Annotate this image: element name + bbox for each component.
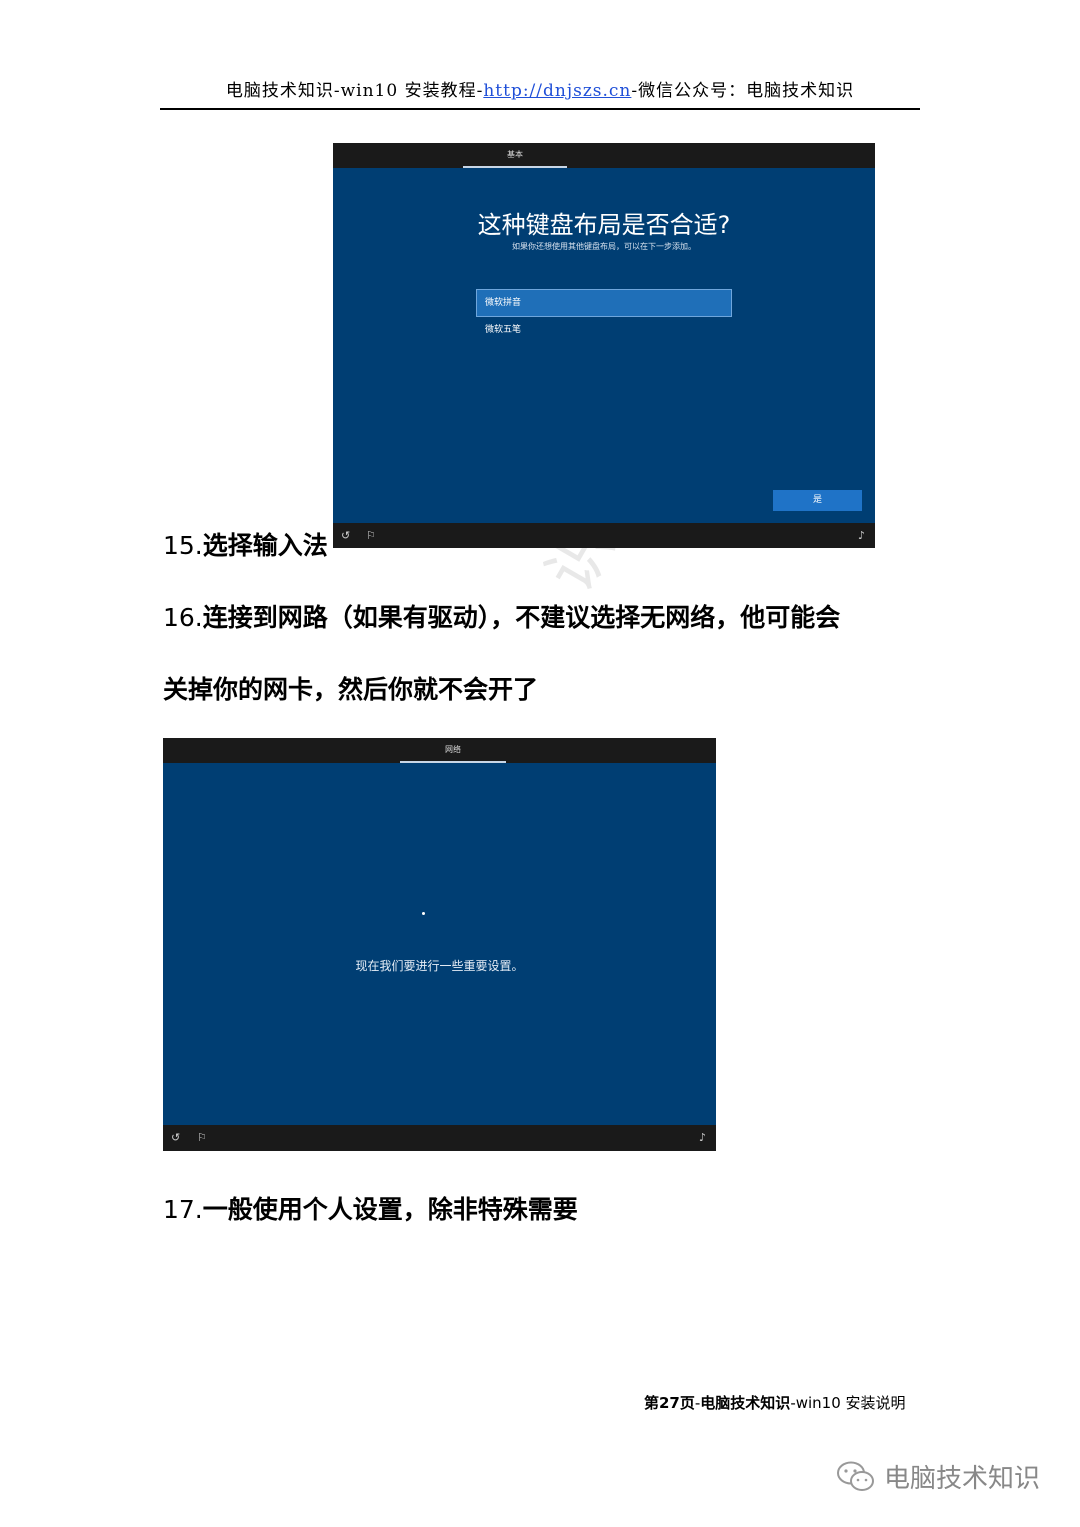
microphone-icon[interactable]: ⚐ bbox=[366, 529, 376, 542]
step-text: 一般使用个人设置，除非特殊需要 bbox=[202, 1195, 578, 1224]
ease-of-access-icon[interactable]: ↺ bbox=[171, 1131, 180, 1144]
option-microsoft-wubi[interactable]: 微软五笔 bbox=[477, 317, 731, 343]
step-16: 16.连接到网路（如果有驱动），不建议选择无网络，他可能会 bbox=[163, 598, 840, 634]
setup-message: 现在我们要进行一些重要设置。 bbox=[355, 959, 524, 973]
step-text: 选择输入法 bbox=[202, 531, 328, 560]
tab-basic: 基本 bbox=[507, 150, 523, 159]
step-number: 16. bbox=[163, 603, 203, 632]
setup-bottom-bar: ↺ ⚐ ♪ bbox=[333, 523, 875, 548]
volume-icon[interactable]: ♪ bbox=[858, 529, 865, 542]
step-16-continued: 关掉你的网卡，然后你就不会开了 bbox=[163, 670, 538, 706]
step-text: 关掉你的网卡，然后你就不会开了 bbox=[163, 675, 539, 704]
yes-button[interactable]: 是 bbox=[773, 490, 862, 511]
page-footer: 第27页-电脑技术知识-win10 安装说明 bbox=[644, 1392, 906, 1413]
wechat-icon bbox=[837, 1461, 874, 1491]
setup-bottom-bar: ↺ ⚐ ♪ bbox=[163, 1125, 716, 1151]
wechat-account-name: 电脑技术知识 bbox=[884, 1464, 1041, 1494]
tab-underline bbox=[463, 166, 567, 168]
step-number: 17. bbox=[163, 1195, 203, 1224]
loading-spinner bbox=[422, 912, 425, 915]
setup-top-bar: 网络 bbox=[163, 738, 716, 763]
option-microsoft-pinyin[interactable]: 微软拼音 bbox=[476, 289, 732, 317]
footer-title: win10 安装说明 bbox=[795, 1394, 906, 1412]
keyboard-question-title: 这种键盘布局是否合适? bbox=[477, 211, 731, 239]
page-header: 电脑技术知识-win10 安装教程-http://dnjszs.cn-微信公众号… bbox=[160, 74, 920, 110]
volume-icon[interactable]: ♪ bbox=[699, 1131, 706, 1144]
keyboard-question-subtitle: 如果你还想使用其他键盘布局，可以在下一步添加。 bbox=[512, 242, 696, 251]
tab-underline bbox=[400, 761, 506, 763]
step-text: 连接到网路（如果有驱动），不建议选择无网络，他可能会 bbox=[202, 603, 841, 632]
setup-top-bar: 基本 bbox=[333, 143, 875, 168]
step-number: 15. bbox=[163, 531, 203, 560]
step-15: 15.选择输入法 bbox=[163, 526, 328, 562]
ease-of-access-icon[interactable]: ↺ bbox=[341, 529, 350, 542]
step-17: 17.一般使用个人设置，除非特殊需要 bbox=[163, 1190, 578, 1226]
microphone-icon[interactable]: ⚐ bbox=[197, 1131, 207, 1144]
network-setup-screenshot: 网络 现在我们要进行一些重要设置。 ↺ ⚐ ♪ bbox=[163, 738, 716, 1151]
keyboard-layout-screenshot: 基本 这种键盘布局是否合适? 如果你还想使用其他键盘布局，可以在下一步添加。 微… bbox=[333, 143, 875, 548]
wechat-badge: 电脑技术知识 bbox=[836, 1458, 1040, 1495]
tab-network: 网络 bbox=[445, 745, 461, 754]
header-suffix: -微信公众号：电脑技术知识 bbox=[631, 81, 855, 101]
footer-page: 第27页 bbox=[644, 1394, 695, 1412]
header-link[interactable]: http://dnjszs.cn bbox=[483, 81, 631, 101]
footer-site: 电脑技术知识 bbox=[700, 1394, 791, 1412]
header-prefix: 电脑技术知识-win10 安装教程- bbox=[225, 81, 484, 101]
